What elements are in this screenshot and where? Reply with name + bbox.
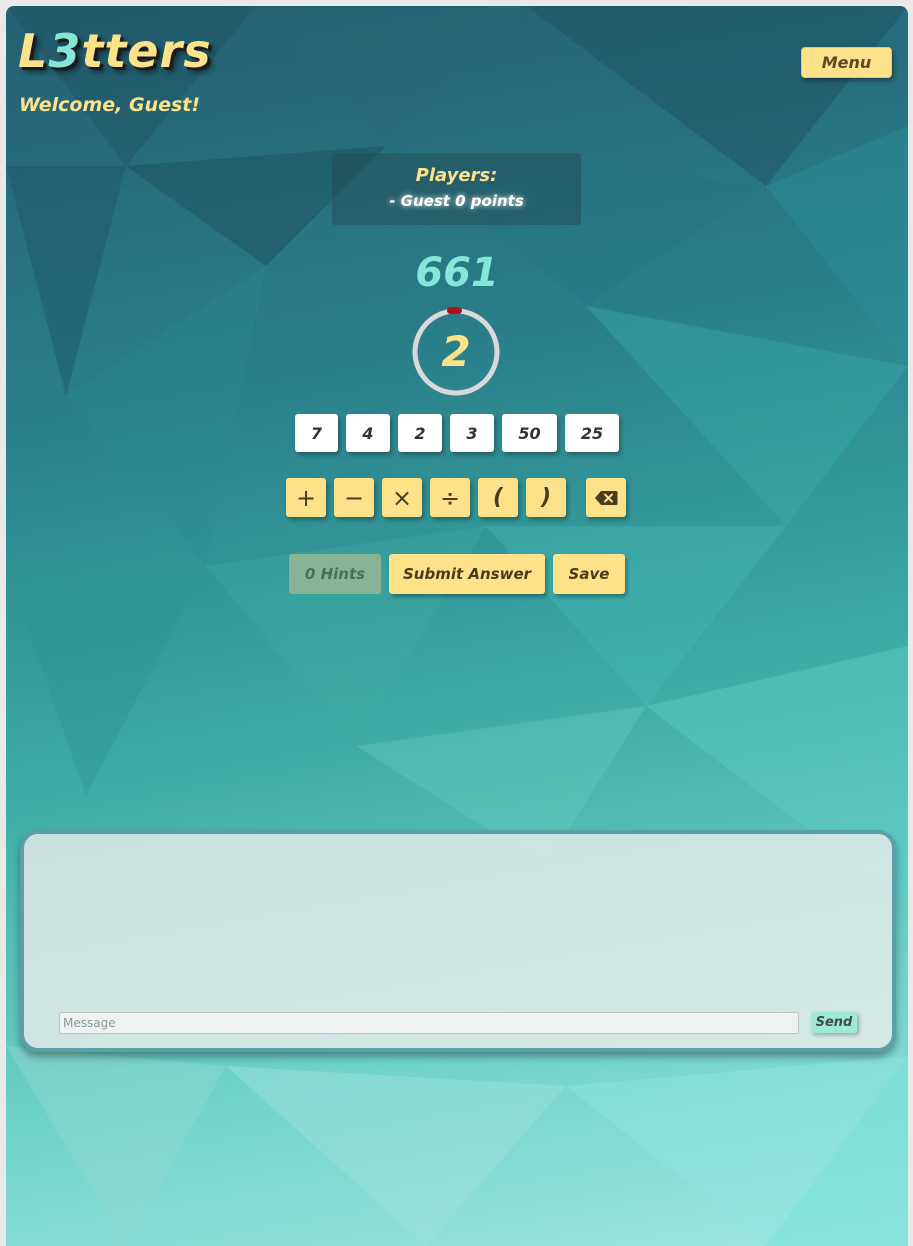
game-app: L3tters Welcome, Guest! Menu Players: - …: [6, 6, 908, 1246]
backspace-button[interactable]: [586, 478, 626, 517]
players-title: Players:: [415, 165, 498, 186]
action-buttons: 0 Hints Submit Answer Save: [289, 554, 625, 594]
number-tiles: 7 4 2 3 50 25: [295, 414, 619, 452]
number-tile[interactable]: 50: [502, 414, 557, 452]
welcome-text: Welcome, Guest!: [19, 94, 201, 116]
backspace-icon: [595, 490, 618, 505]
send-button[interactable]: Send: [811, 1012, 857, 1033]
number-tile[interactable]: 7: [295, 414, 338, 452]
close-paren-button[interactable]: ): [526, 478, 566, 517]
number-tile[interactable]: 3: [450, 414, 494, 452]
menu-button[interactable]: Menu: [801, 47, 892, 78]
title-accent: 3: [48, 24, 82, 78]
open-paren-button[interactable]: (: [478, 478, 518, 517]
hints-button[interactable]: 0 Hints: [289, 554, 381, 594]
multiply-button[interactable]: ×: [382, 478, 422, 517]
player-entry: - Guest 0 points: [389, 192, 524, 210]
number-tile[interactable]: 4: [346, 414, 390, 452]
countdown-timer: 2: [411, 307, 501, 397]
number-tile[interactable]: 25: [565, 414, 619, 452]
app-title: L3tters: [18, 24, 212, 78]
chat-panel: Send: [20, 830, 896, 1052]
message-input[interactable]: [59, 1012, 799, 1034]
number-tile[interactable]: 2: [398, 414, 442, 452]
title-part2: tters: [81, 24, 212, 78]
title-part1: L: [18, 24, 49, 78]
plus-button[interactable]: +: [286, 478, 326, 517]
players-panel: Players: - Guest 0 points: [332, 153, 581, 225]
save-button[interactable]: Save: [553, 554, 625, 594]
timer-value: 2: [441, 327, 471, 376]
operator-buttons: + − × ÷ ( ): [286, 478, 626, 517]
submit-answer-button[interactable]: Submit Answer: [389, 554, 545, 594]
target-number: 661: [415, 250, 499, 296]
divide-button[interactable]: ÷: [430, 478, 470, 517]
minus-button[interactable]: −: [334, 478, 374, 517]
